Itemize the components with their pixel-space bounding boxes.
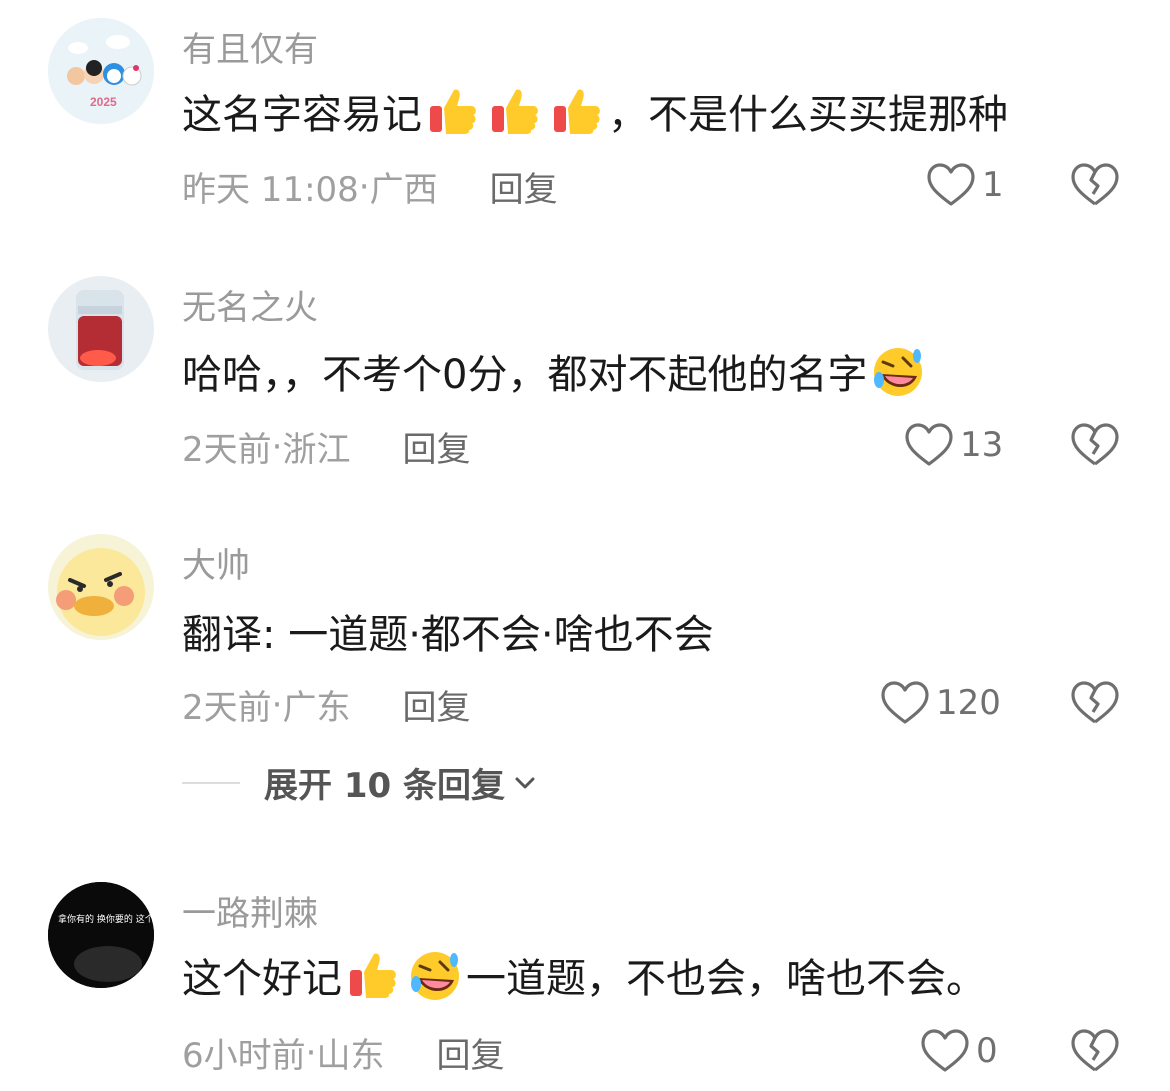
rolling-laugh-icon: [874, 348, 923, 396]
avatar[interactable]: 拿你有的 换你要的 这个世界一直如此: [48, 882, 154, 988]
avatar[interactable]: [48, 276, 154, 382]
username[interactable]: 有且仅有: [182, 22, 318, 71]
meta-separator: ·: [305, 1032, 317, 1073]
comment-time: 2天前: [182, 430, 272, 470]
like-button[interactable]: 1: [926, 162, 1004, 208]
rolling-laugh-icon: [411, 952, 459, 1000]
comment-time: 2天前: [182, 688, 272, 728]
comment-location: 广西: [369, 170, 438, 210]
like-count: 13: [960, 425, 1004, 465]
heart-outline-icon: [905, 423, 953, 466]
broken-heart-icon[interactable]: [1070, 1028, 1120, 1074]
like-count: 120: [936, 683, 1001, 723]
thumbs-up-icon: [350, 953, 396, 998]
comment-text-before: 哈哈，，不考个0分，都对不起他的名字: [182, 352, 868, 398]
username[interactable]: 大帅: [182, 538, 250, 587]
like-count: 0: [976, 1031, 998, 1071]
username[interactable]: 无名之火: [182, 280, 318, 329]
reply-button[interactable]: 回复: [436, 1028, 504, 1077]
reply-button[interactable]: 回复: [490, 162, 558, 211]
comment-meta: 6小时前 · 山东 回复: [182, 1028, 504, 1077]
like-count: 1: [982, 165, 1004, 205]
comment-location: 浙江: [282, 430, 351, 470]
comment-time: 昨天 11:08: [182, 170, 359, 210]
meta-separator: ·: [358, 166, 370, 207]
comment-text: 哈哈，，不考个0分，都对不起他的名字: [182, 342, 929, 400]
comment-meta: 2天前 · 浙江 回复: [182, 422, 470, 471]
comment-text-before: 这个好记: [182, 956, 342, 1002]
reply-button[interactable]: 回复: [402, 680, 470, 729]
comment-text: 这名字容易记 ，不是什么买买提那种: [182, 82, 1008, 140]
like-button[interactable]: 120: [880, 680, 1001, 726]
divider: [182, 781, 240, 784]
expand-replies-label: 展开 10 条回复: [264, 766, 505, 806]
comment-location: 山东: [316, 1036, 385, 1076]
reply-button[interactable]: 回复: [402, 422, 470, 471]
comment-meta: 2天前 · 广东 回复: [182, 680, 470, 729]
broken-heart-icon[interactable]: [1070, 162, 1120, 208]
comment-text: 翻译: 一道题·都不会·啥也不会: [182, 602, 714, 660]
comment-text-before: 翻译: 一道题·都不会·啥也不会: [182, 612, 714, 658]
comment-text-after: 一道题，不也会，啥也不会。: [466, 956, 986, 1002]
meta-separator: ·: [271, 684, 283, 725]
like-button[interactable]: 0: [920, 1028, 998, 1074]
chevron-down-icon: [515, 777, 535, 788]
comment-text-after: ，不是什么买买提那种: [608, 92, 1008, 138]
username[interactable]: 一路荆棘: [182, 886, 318, 935]
avatar[interactable]: 2025: [48, 18, 154, 124]
svg-text:2025: 2025: [90, 95, 117, 109]
avatar[interactable]: [48, 534, 154, 640]
avatar-caption: 拿你有的 换你要的 这个世界一直如此: [58, 913, 154, 925]
thumbs-up-icon: [430, 89, 476, 134]
heart-outline-icon: [881, 681, 929, 724]
comment-time: 6小时前: [182, 1036, 306, 1076]
comment-location: 广东: [282, 688, 351, 728]
thumbs-up-icon: [554, 89, 600, 134]
heart-outline-icon: [927, 163, 975, 206]
like-button[interactable]: 13: [904, 422, 1003, 468]
comment-text: 这个好记 一道题，不也会，啥也不会。: [182, 946, 986, 1004]
comment-meta: 昨天 11:08 · 广西 回复: [182, 162, 558, 211]
expand-replies-button[interactable]: 展开 10 条回复: [182, 758, 539, 807]
thumbs-up-icon: [492, 89, 538, 134]
meta-separator: ·: [271, 426, 283, 467]
comment-text-before: 这名字容易记: [182, 92, 422, 138]
heart-outline-icon: [921, 1029, 969, 1072]
broken-heart-icon[interactable]: [1070, 422, 1120, 468]
broken-heart-icon[interactable]: [1070, 680, 1120, 726]
